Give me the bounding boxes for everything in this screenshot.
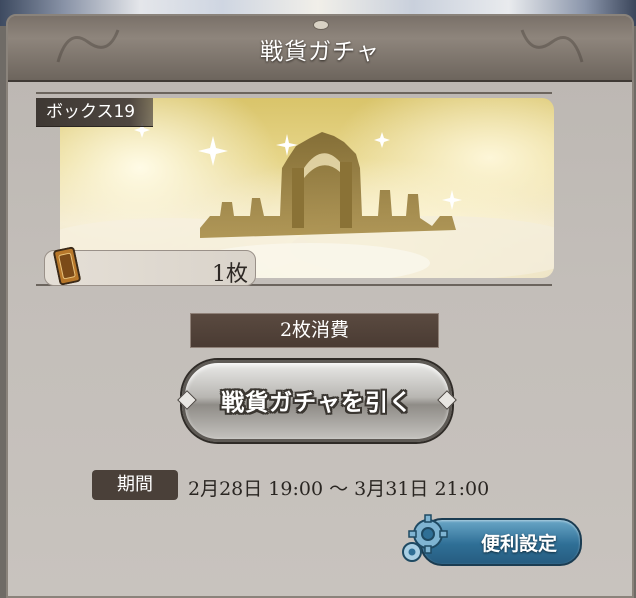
period-tag: 期間 bbox=[92, 470, 178, 500]
settings-button-label: 便利設定 bbox=[480, 533, 557, 555]
box-label: ボックス19 bbox=[36, 98, 154, 127]
cost-label: 2枚消費 bbox=[190, 313, 439, 348]
page-title: 戦貨ガチャ bbox=[260, 39, 380, 65]
draw-gacha-button[interactable]: 戦貨ガチャを引く bbox=[177, 360, 457, 442]
ticket-count: 1枚 bbox=[212, 262, 248, 287]
period-value: 2月28日 19:00 ～ 3月31日 21:00 bbox=[188, 478, 490, 500]
gear-icon bbox=[402, 514, 448, 562]
draw-gacha-button-label: 戦貨ガチャを引く bbox=[221, 390, 413, 416]
header-gem bbox=[313, 20, 329, 30]
panel-header: 戦貨ガチャ bbox=[8, 16, 632, 82]
